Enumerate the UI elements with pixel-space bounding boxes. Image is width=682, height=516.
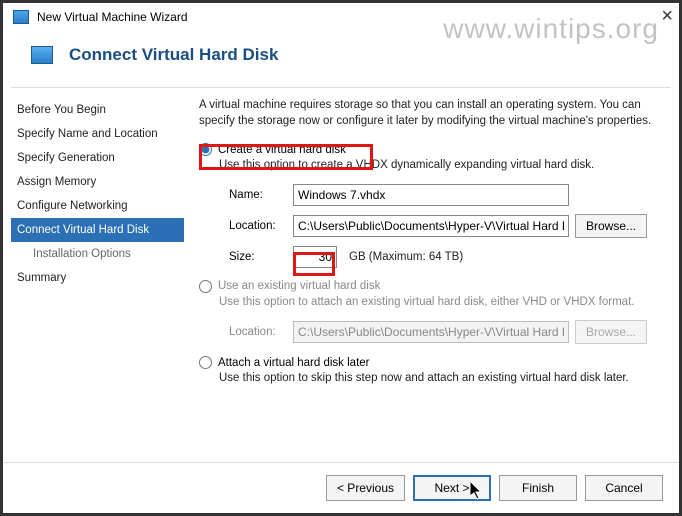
monitor-icon <box>31 46 53 64</box>
size-unit-text: GB (Maximum: 64 TB) <box>349 251 463 263</box>
sidebar-item-before-you-begin[interactable]: Before You Begin <box>11 98 184 122</box>
main-panel: A virtual machine requires storage so th… <box>185 88 671 450</box>
option-later-label: Attach a virtual hard disk later <box>218 357 370 369</box>
sidebar-item-installation-options[interactable]: Installation Options <box>11 242 184 266</box>
size-input[interactable] <box>293 246 337 268</box>
titlebar: New Virtual Machine Wizard <box>3 3 679 31</box>
sidebar: Before You Begin Specify Name and Locati… <box>11 88 185 450</box>
app-icon <box>13 10 29 24</box>
location2-label: Location: <box>229 326 287 338</box>
sidebar-item-assign-memory[interactable]: Assign Memory <box>11 170 184 194</box>
option-attach-later: Attach a virtual hard disk later Use thi… <box>199 356 663 387</box>
sidebar-item-connect-vhd[interactable]: Connect Virtual Hard Disk <box>11 218 184 242</box>
option-existing-vhd: Use an existing virtual hard disk Use th… <box>199 280 663 345</box>
browse-button[interactable]: Browse... <box>575 214 647 238</box>
sidebar-item-specify-generation[interactable]: Specify Generation <box>11 146 184 170</box>
wizard-header: Connect Virtual Hard Disk <box>3 31 679 87</box>
location2-input <box>293 321 569 343</box>
location-label: Location: <box>229 220 287 232</box>
sidebar-item-specify-name[interactable]: Specify Name and Location <box>11 122 184 146</box>
next-button[interactable]: Next > <box>413 475 491 501</box>
size-label: Size: <box>229 251 287 263</box>
name-input[interactable] <box>293 184 569 206</box>
previous-button[interactable]: < Previous <box>326 475 405 501</box>
option-create-desc: Use this option to create a VHDX dynamic… <box>219 158 663 174</box>
option-existing-desc: Use this option to attach an existing vi… <box>219 295 663 311</box>
intro-text: A virtual machine requires storage so th… <box>199 98 663 129</box>
page-title: Connect Virtual Hard Disk <box>69 45 278 65</box>
cancel-button[interactable]: Cancel <box>585 475 663 501</box>
sidebar-item-summary[interactable]: Summary <box>11 266 184 290</box>
window-title: New Virtual Machine Wizard <box>37 10 188 24</box>
option-existing-label: Use an existing virtual hard disk <box>218 280 380 292</box>
location-input[interactable] <box>293 215 569 237</box>
option-later-desc: Use this option to skip this step now an… <box>219 371 663 387</box>
footer: < Previous Next > Finish Cancel <box>3 462 679 513</box>
name-label: Name: <box>229 189 287 201</box>
radio-create-vhd[interactable] <box>199 143 212 156</box>
radio-attach-later[interactable] <box>199 356 212 369</box>
radio-existing-vhd[interactable] <box>199 280 212 293</box>
finish-button[interactable]: Finish <box>499 475 577 501</box>
browse2-button: Browse... <box>575 320 647 344</box>
option-create-label: Create a virtual hard disk <box>218 144 346 156</box>
sidebar-item-configure-networking[interactable]: Configure Networking <box>11 194 184 218</box>
close-icon[interactable]: × <box>661 5 673 28</box>
option-create-vhd: Create a virtual hard disk Use this opti… <box>199 143 663 268</box>
